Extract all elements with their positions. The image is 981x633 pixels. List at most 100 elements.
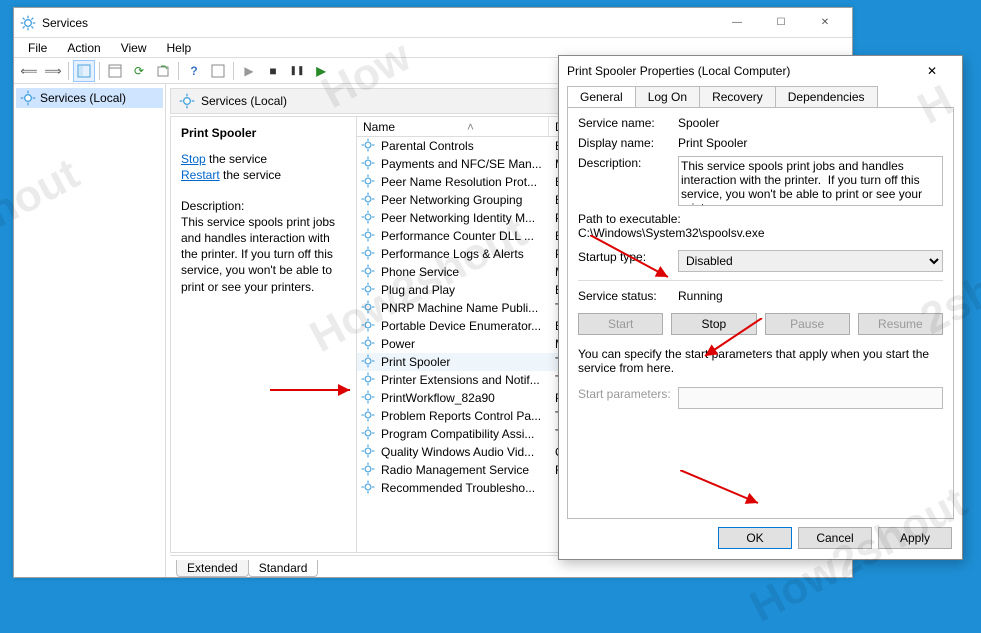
apply-button[interactable]: Apply (878, 527, 952, 549)
label-service-name: Service name: (578, 116, 678, 130)
gear-icon (361, 300, 377, 316)
gear-icon (361, 156, 377, 172)
description-text: This service spools print jobs and handl… (181, 214, 346, 295)
gear-icon (361, 174, 377, 190)
tree-item-label: Services (Local) (40, 91, 126, 105)
start-params-note: You can specify the start parameters tha… (578, 347, 943, 375)
gear-icon (361, 228, 377, 244)
start-button: Start (578, 313, 663, 335)
tab-standard[interactable]: Standard (248, 560, 319, 577)
properties-button[interactable] (104, 60, 126, 82)
dialog-title: Print Spooler Properties (Local Computer… (567, 64, 790, 78)
label-display-name: Display name: (578, 136, 678, 150)
gear-icon (361, 210, 377, 226)
service-name: Payments and NFC/SE Man... (381, 157, 542, 171)
label-startup-type: Startup type: (578, 250, 678, 264)
gear-icon (361, 462, 377, 478)
label-start-params: Start parameters: (578, 387, 678, 401)
gear-icon (361, 282, 377, 298)
service-name: Performance Counter DLL ... (381, 229, 534, 243)
service-name: Portable Device Enumerator... (381, 319, 541, 333)
gear-icon (361, 354, 377, 370)
gear-icon (361, 390, 377, 406)
pause-button: Pause (765, 313, 850, 335)
window-title: Services (42, 16, 88, 30)
value-service-name: Spooler (678, 116, 943, 130)
service-name: Performance Logs & Alerts (381, 247, 524, 261)
back-button[interactable] (18, 60, 40, 82)
tab-logon[interactable]: Log On (635, 86, 700, 107)
description-label: Description: (181, 198, 346, 214)
tab-recovery[interactable]: Recovery (699, 86, 776, 107)
start-params-input (678, 387, 943, 409)
gear-icon (361, 318, 377, 334)
stop-service-link[interactable]: Stop (181, 152, 206, 166)
description-panel: Print Spooler Stop the service Restart t… (171, 117, 357, 552)
properties-dialog: Print Spooler Properties (Local Computer… (558, 55, 963, 560)
value-display-name: Print Spooler (678, 136, 943, 150)
export-button[interactable] (152, 60, 174, 82)
cancel-button[interactable]: Cancel (798, 527, 872, 549)
service-name: PrintWorkflow_82a90 (381, 391, 495, 405)
close-button[interactable]: ✕ (804, 9, 846, 37)
label-description: Description: (578, 156, 678, 170)
titlebar[interactable]: Services — ☐ ✕ (14, 8, 852, 38)
tab-general[interactable]: General (567, 86, 636, 107)
start-service-button[interactable] (238, 60, 260, 82)
value-service-status: Running (678, 289, 943, 303)
show-tree-button[interactable] (73, 60, 95, 82)
minimize-button[interactable]: — (716, 9, 758, 37)
gear-icon (361, 246, 377, 262)
stop-service-button[interactable] (262, 60, 284, 82)
dialog-titlebar[interactable]: Print Spooler Properties (Local Computer… (559, 56, 962, 86)
service-name: Peer Name Resolution Prot... (381, 175, 537, 189)
service-name: Print Spooler (381, 355, 450, 369)
gear-icon (20, 15, 36, 31)
gear-icon (361, 192, 377, 208)
gear-icon (179, 93, 195, 109)
menu-action[interactable]: Action (59, 39, 108, 57)
right-pane-title: Services (Local) (201, 94, 287, 108)
gear-icon (20, 90, 36, 106)
gear-icon (361, 336, 377, 352)
menu-view[interactable]: View (113, 39, 155, 57)
restart-service-link[interactable]: Restart (181, 168, 220, 182)
gear-icon (361, 408, 377, 424)
service-name: Power (381, 337, 415, 351)
selected-service-name: Print Spooler (181, 125, 346, 141)
gear-icon (361, 444, 377, 460)
startup-type-select[interactable]: Disabled (678, 250, 943, 272)
toolbar-icon[interactable] (207, 60, 229, 82)
refresh-button[interactable]: ⟳ (128, 60, 150, 82)
gear-icon (361, 264, 377, 280)
help-button[interactable]: ? (183, 60, 205, 82)
tab-extended[interactable]: Extended (176, 560, 249, 577)
gear-icon (361, 426, 377, 442)
menu-help[interactable]: Help (159, 39, 200, 57)
maximize-button[interactable]: ☐ (760, 9, 802, 37)
service-name: Phone Service (381, 265, 459, 279)
resume-button: Resume (858, 313, 943, 335)
forward-button[interactable] (42, 60, 64, 82)
service-name: Problem Reports Control Pa... (381, 409, 541, 423)
tab-dependencies[interactable]: Dependencies (775, 86, 878, 107)
service-name: PNRP Machine Name Publi... (381, 301, 538, 315)
label-path: Path to executable: (578, 212, 943, 226)
service-name: Plug and Play (381, 283, 455, 297)
tree-item-services-local[interactable]: Services (Local) (16, 88, 163, 108)
service-name: Peer Networking Grouping (381, 193, 522, 207)
stop-button[interactable]: Stop (671, 313, 756, 335)
gear-icon (361, 480, 377, 496)
menu-file[interactable]: File (20, 39, 55, 57)
service-name: Radio Management Service (381, 463, 529, 477)
column-name[interactable]: Name˄ (357, 117, 549, 136)
service-name: Quality Windows Audio Vid... (381, 445, 534, 459)
dialog-close-button[interactable]: ✕ (910, 57, 954, 85)
gear-icon (361, 138, 377, 154)
label-service-status: Service status: (578, 289, 678, 303)
service-name: Recommended Troublesho... (381, 481, 535, 495)
restart-service-button[interactable] (310, 60, 332, 82)
description-textarea[interactable] (678, 156, 943, 206)
ok-button[interactable]: OK (718, 527, 792, 549)
pause-service-button[interactable] (286, 60, 308, 82)
